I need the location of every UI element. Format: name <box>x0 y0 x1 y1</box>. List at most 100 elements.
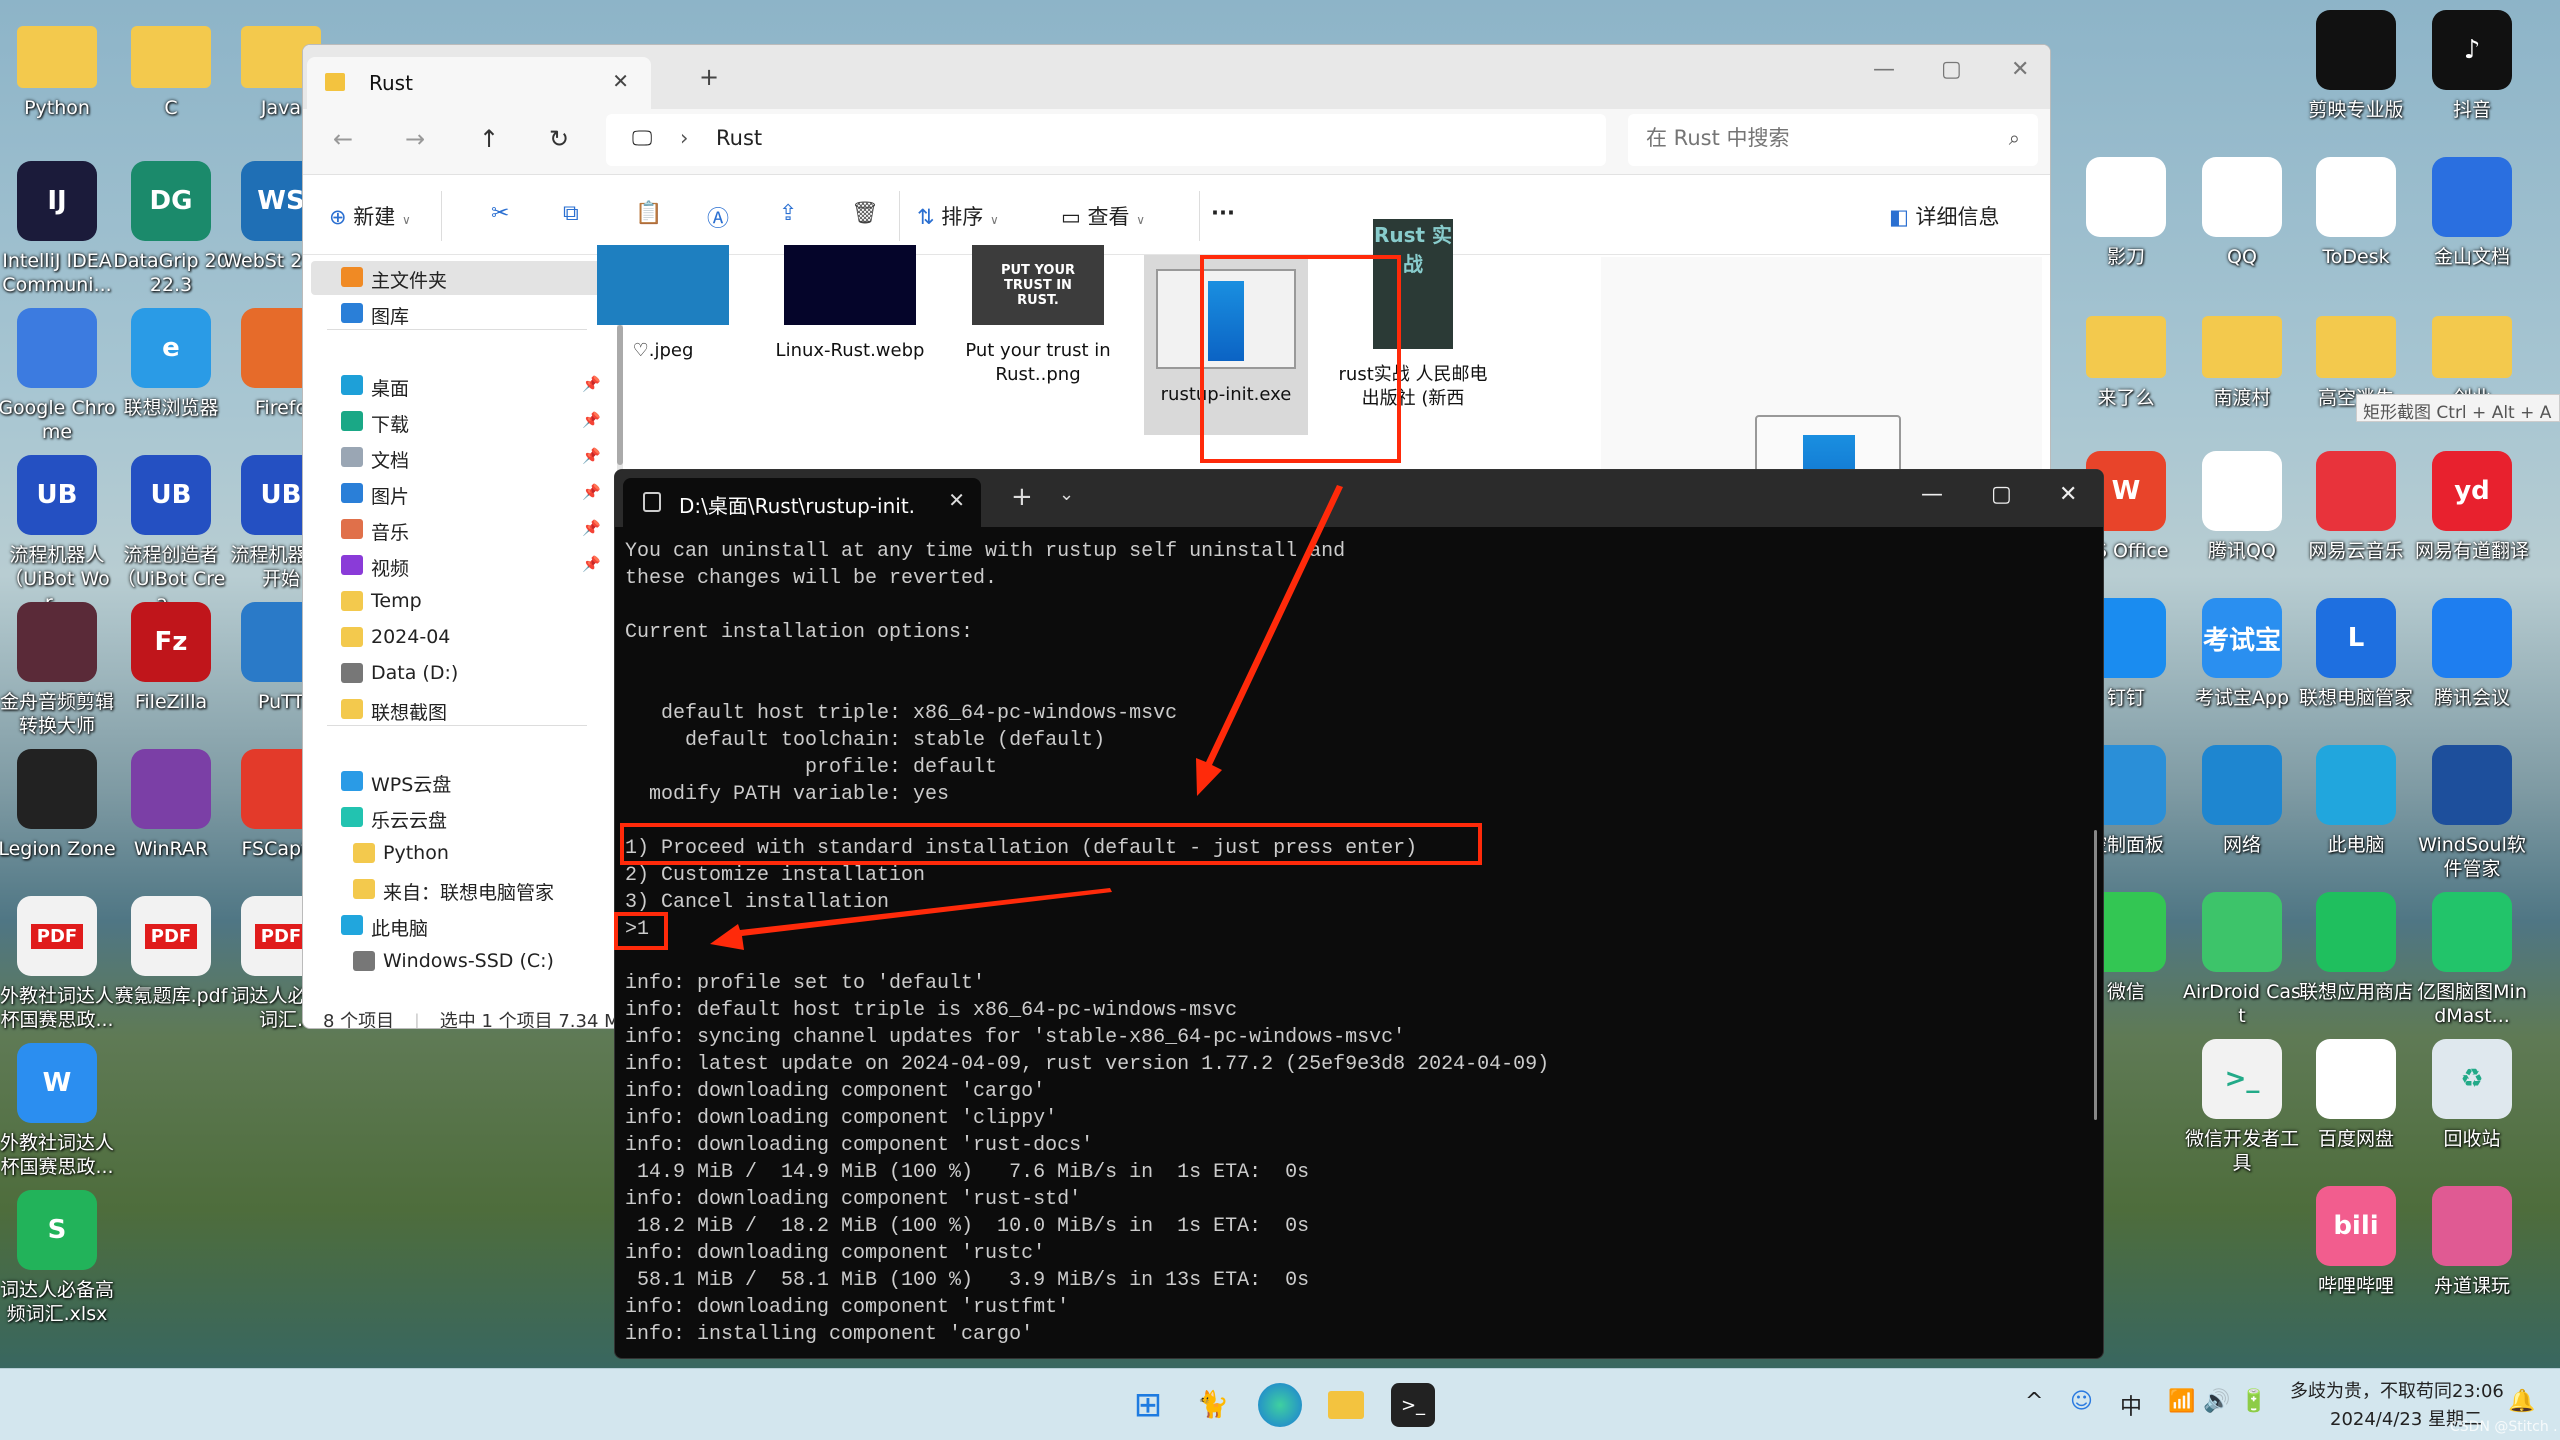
maximize-button[interactable]: ▢ <box>1991 482 2012 507</box>
wifi-icon[interactable]: 📶 <box>2168 1389 2195 1414</box>
minimize-button[interactable]: — <box>1873 57 1895 82</box>
close-window-button[interactable]: ✕ <box>2011 57 2029 82</box>
sidebar-item-6[interactable]: 音乐 📌 <box>311 513 601 547</box>
desktop-icon-kaoshibao[interactable]: 考试宝 考试宝App <box>2183 598 2301 710</box>
clock-line1[interactable]: 多歧为贵，不取苟同23:06 <box>2290 1377 2504 1403</box>
terminal-tab[interactable]: D:\桌面\Rust\rustup-init. ✕ <box>623 478 981 527</box>
desktop-icon-lenovo-store[interactable]: 联想应用商店 <box>2297 892 2415 1004</box>
new-button[interactable]: ⊕ 新建 ∨ <box>329 201 411 231</box>
desktop-icon-browser[interactable]: e 联想浏览器 <box>112 308 230 420</box>
cut-icon[interactable]: ✂ <box>491 201 509 226</box>
desktop-icon-folder[interactable]: 来了么 <box>2067 304 2185 410</box>
sidebar-item-8[interactable]: Temp <box>311 585 601 619</box>
delete-icon[interactable]: 🗑 <box>851 201 879 226</box>
start-button-windows-icon[interactable]: ⊞ <box>1126 1383 1170 1427</box>
desktop-icon-audio-editor[interactable]: 金舟音频剪辑转换大师 <box>0 602 116 738</box>
desktop-icon-chrome[interactable]: Google Chrome <box>0 308 116 444</box>
sidebar-item-2[interactable]: 桌面 📌 <box>311 369 601 403</box>
desktop-icon-folder[interactable]: Python <box>0 14 116 120</box>
refresh-button[interactable]: ↻ <box>549 125 569 153</box>
desktop-icon-folder[interactable]: C <box>112 14 230 120</box>
desktop-icon-filezilla[interactable]: Fz FileZilla <box>112 602 230 714</box>
desktop-icon-yingdao[interactable]: 影刀 <box>2067 157 2185 269</box>
sidebar-item-16[interactable]: 此电脑 <box>311 909 601 943</box>
desktop-icon-winrar[interactable]: WinRAR <box>112 749 230 861</box>
desktop-icon-zhoudao[interactable]: 舟道课玩 <box>2413 1186 2531 1298</box>
details-pane-button[interactable]: ◧ 详细信息 <box>1889 201 2000 231</box>
desktop-icon-bilibili[interactable]: bili 哔哩哔哩 <box>2297 1186 2415 1298</box>
notification-bell-icon[interactable]: 🔔 <box>2508 1389 2535 1414</box>
desktop-icon-capcut[interactable]: 剪映专业版 <box>2297 10 2415 122</box>
sidebar-item-13[interactable]: 乐云云盘 <box>311 801 601 835</box>
sidebar-item-10[interactable]: Data (D:) <box>311 657 601 691</box>
paste-icon[interactable]: 📋 <box>635 201 662 226</box>
desktop-icon-airdroid[interactable]: AirDroid Cast <box>2183 892 2301 1028</box>
search-box[interactable]: ⌕ <box>1628 114 2038 166</box>
desktop-icon-folder[interactable]: 南渡村 <box>2183 304 2301 410</box>
desktop-icon-tencent-meeting[interactable]: 腾讯会议 <box>2413 598 2531 710</box>
desktop-icon-legion-zone[interactable]: Legion Zone <box>0 749 116 861</box>
sidebar-item-4[interactable]: 文档 📌 <box>311 441 601 475</box>
sidebar-item-9[interactable]: 2024-04 <box>311 621 601 655</box>
sidebar-item-14[interactable]: Python <box>311 837 601 871</box>
share-icon[interactable]: ⇪ <box>779 201 797 226</box>
desktop-icon-pdf[interactable]: PDF 外教社词达人杯国赛思政... <box>0 896 116 1032</box>
search-input[interactable] <box>1646 126 1976 150</box>
sidebar-item-17[interactable]: Windows-SSD (C:) <box>311 945 601 979</box>
desktop-icon-uibot-creator[interactable]: UB流程创造者（UiBot Crea... <box>112 455 230 615</box>
desktop-icon-todesk[interactable]: ToDesk <box>2297 157 2415 269</box>
more-options-button[interactable]: ··· <box>1211 201 1235 225</box>
desktop-icon-lenovo-manager[interactable]: L 联想电脑管家 <box>2297 598 2415 710</box>
copy-icon[interactable]: ⧉ <box>563 201 579 226</box>
battery-icon[interactable]: 🔋 <box>2240 1389 2267 1414</box>
desktop-icon-windsoul[interactable]: WindSoul软件管家 <box>2413 745 2531 881</box>
file-item[interactable]: Linux-Rust.webp <box>770 245 930 363</box>
terminal-output[interactable]: You can uninstall at any time with rustu… <box>625 538 2083 1348</box>
tab-dropdown-button[interactable]: ⌄ <box>1059 484 1074 505</box>
desktop-icon-uibot[interactable]: UB流程机器人（UiBot Wor... <box>0 455 116 615</box>
desktop-icon-youdao[interactable]: yd 网易有道翻译 <box>2413 451 2531 563</box>
file-explorer-icon[interactable] <box>1324 1383 1368 1427</box>
desktop-icon-qq[interactable]: QQ <box>2183 157 2301 269</box>
sidebar-item-1[interactable]: 图库 <box>311 297 601 331</box>
rename-icon[interactable]: Ⓐ <box>707 201 729 233</box>
ime-indicator[interactable]: 中 <box>2120 1389 2142 1421</box>
desktop-icon-qq[interactable]: 腾讯QQ <box>2183 451 2301 563</box>
desktop-icon-intellij[interactable]: IJ IntelliJ IDEA Communi... <box>0 161 116 297</box>
show-hidden-icons-chevron-icon[interactable]: ^ <box>2025 1389 2043 1414</box>
close-tab-icon[interactable]: ✕ <box>612 69 629 93</box>
desktop-icon-datagrip[interactable]: DG DataGrip 2022.3 <box>112 161 230 297</box>
sort-button[interactable]: ⇅ 排序 ∨ <box>917 201 999 231</box>
edge-browser-icon[interactable] <box>1258 1383 1302 1427</box>
desktop-icon-baidu-netdisk[interactable]: 百度网盘 <box>2297 1039 2415 1151</box>
desktop-icon-this-pc[interactable]: 此电脑 <box>2297 745 2415 857</box>
sidebar-item-0[interactable]: 主文件夹 <box>311 261 601 295</box>
explorer-tab-rust[interactable]: Rust ✕ <box>307 57 651 109</box>
desktop-icon-wechat-devtools[interactable]: >_ 微信开发者工具 <box>2183 1039 2301 1175</box>
view-button[interactable]: ▭ 查看 ∨ <box>1061 201 1145 231</box>
new-tab-button[interactable]: + <box>1011 482 1033 512</box>
close-tab-icon[interactable]: ✕ <box>948 488 965 512</box>
terminal-scrollbar[interactable] <box>2094 830 2097 1120</box>
sidebar-item-7[interactable]: 视频 📌 <box>311 549 601 583</box>
breadcrumb-rust[interactable]: Rust <box>716 126 762 150</box>
desktop-icon-network[interactable]: 网络 <box>2183 745 2301 857</box>
desktop-icon-word-doc[interactable]: W 外教社词达人杯国赛思政... <box>0 1043 116 1179</box>
minimize-button[interactable]: — <box>1921 482 1943 507</box>
sidebar-item-5[interactable]: 图片 📌 <box>311 477 601 511</box>
terminal-taskbar-icon[interactable]: >_ <box>1391 1383 1435 1427</box>
sidebar-item-3[interactable]: 下载 📌 <box>311 405 601 439</box>
new-tab-button[interactable]: + <box>699 63 719 91</box>
smile-tray-icon[interactable]: ☺ <box>2070 1389 2093 1414</box>
search-icon[interactable]: ⌕ <box>2009 126 2020 150</box>
up-button[interactable]: ↑ <box>479 125 499 153</box>
sidebar-item-11[interactable]: 联想截图 <box>311 693 601 727</box>
close-window-button[interactable]: ✕ <box>2059 482 2077 507</box>
forward-button[interactable]: → <box>405 125 425 153</box>
desktop-icon-pdf[interactable]: PDF 赛氪题库.pdf <box>112 896 230 1008</box>
maximize-button[interactable]: ▢ <box>1941 57 1962 82</box>
cat-app-icon[interactable]: 🐈 <box>1191 1383 1235 1427</box>
desktop-icon-excel[interactable]: S 词达人必备高频词汇.xlsx <box>0 1190 116 1326</box>
volume-icon[interactable]: 🔊 <box>2203 1389 2230 1414</box>
sidebar-item-15[interactable]: 来自：联想电脑管家 <box>311 873 601 907</box>
